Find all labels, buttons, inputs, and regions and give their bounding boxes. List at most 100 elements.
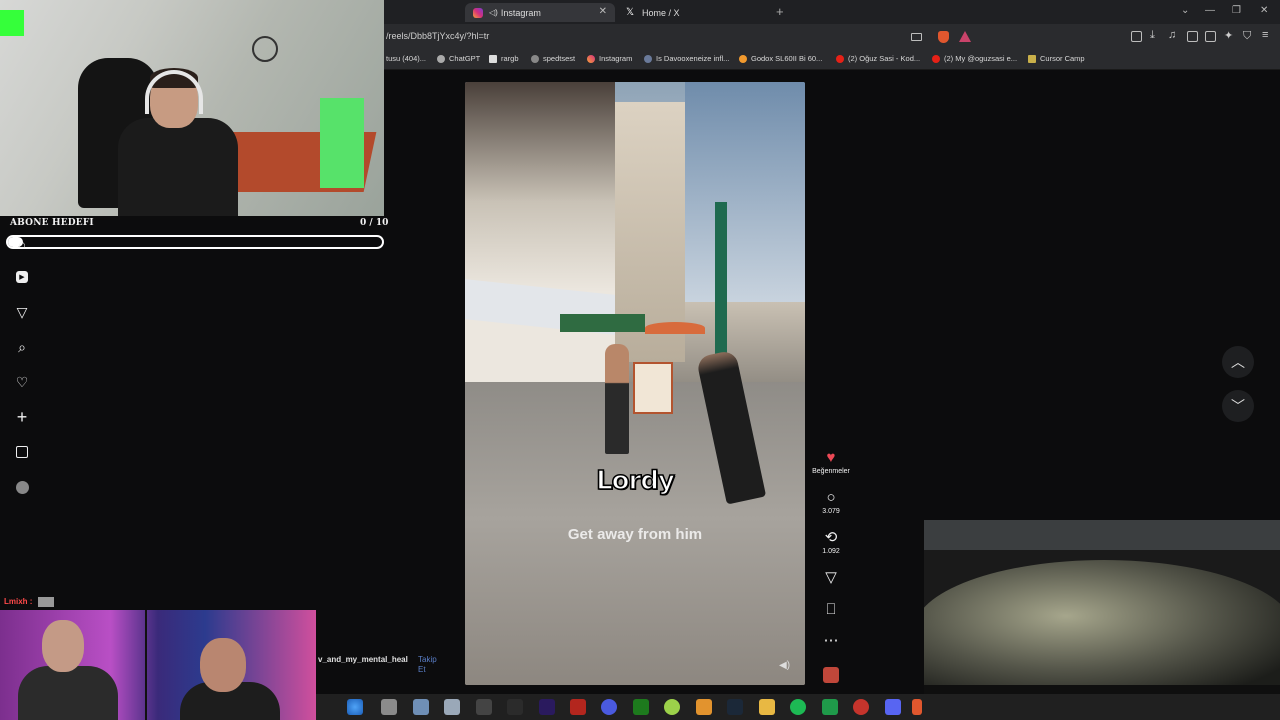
share-button[interactable]: ▽ [810, 570, 852, 586]
close-window-icon[interactable]: ✕ [1260, 5, 1268, 16]
leo-ai-icon[interactable]: ✦ [1224, 29, 1233, 42]
chatgpt-icon [437, 54, 445, 63]
profile-icon[interactable] [14, 479, 30, 495]
next-reel-button[interactable]: ﹀ [1222, 390, 1254, 422]
download-icon[interactable]: ⤓ [1150, 29, 1155, 42]
taskbar-app-icon[interactable] [853, 699, 869, 715]
tab-label: Home / X [642, 7, 680, 18]
chat-username: Lmixh : [4, 597, 33, 606]
wall-decoration [252, 36, 278, 62]
bookmark-item[interactable]: (2) Oğuz Sasi - Kod... [836, 54, 920, 63]
stats-icon[interactable] [14, 444, 30, 460]
subscriber-goal-count: 0 / 10 [360, 218, 389, 228]
cam-divider [145, 610, 147, 720]
car-hood [924, 560, 1280, 700]
follow-button[interactable]: Takip Et [418, 655, 444, 675]
steam-icon[interactable] [727, 699, 743, 715]
save-button[interactable]: ⎕ [810, 602, 852, 618]
repost-button[interactable]: ⟲ 1.092 [810, 530, 852, 556]
cast-icon[interactable] [911, 33, 922, 41]
extensions-icon[interactable] [1131, 31, 1142, 42]
taskbar-app-icon[interactable] [822, 699, 838, 715]
send-icon[interactable]: ▽ [14, 304, 30, 320]
more-icon: ⋯ [823, 632, 839, 649]
minimize-icon[interactable]: — [1205, 5, 1215, 16]
brave-icon[interactable] [912, 699, 922, 715]
car-camera [924, 520, 1280, 720]
reel-caption: Get away from him [567, 526, 703, 543]
start-icon[interactable] [347, 699, 363, 715]
heart-filled-icon: ♥ [826, 449, 836, 466]
brave-shield-icon[interactable] [938, 31, 949, 43]
previous-reel-button[interactable]: ︿ [1222, 346, 1254, 378]
taskbar-app-icon[interactable] [476, 699, 492, 715]
bookmark-item[interactable]: Godox SL60II Bi 60... [739, 54, 822, 63]
taskbar-app-icon[interactable] [601, 699, 617, 715]
comment-count: 3.079 [822, 508, 840, 515]
bookmark-icon: ⎕ [826, 601, 836, 618]
instagram-icon [587, 54, 595, 63]
spotify-icon[interactable] [790, 699, 806, 715]
menu-icon[interactable]: ≡ [1262, 29, 1268, 41]
bookmark-item[interactable]: (2) My @oguzsasi e... [932, 54, 1017, 63]
tab-x[interactable]: 𝕏 Home / X [618, 3, 768, 22]
plus-icon[interactable]: + [14, 407, 30, 427]
reel-username[interactable]: v_and_my_mental_heal [318, 655, 408, 664]
amazon-icon [739, 54, 747, 63]
speaker-icon: ◁) [489, 8, 498, 17]
bookmark-item[interactable]: Cursor Camp [1028, 54, 1085, 63]
search-icon[interactable]: ⌕ [14, 339, 30, 355]
brave-rewards-icon[interactable] [959, 31, 971, 42]
new-tab-button[interactable]: + [776, 4, 784, 19]
media-icon[interactable]: ♫ [1168, 29, 1176, 41]
subscriber-goal-bar [6, 235, 384, 249]
bookmark-item[interactable]: tusu (404)... [386, 54, 426, 63]
taskbar-app-icon[interactable] [444, 699, 460, 715]
tab-list-icon[interactable]: ⌄ [1181, 5, 1189, 16]
send-icon: ▽ [825, 569, 837, 586]
reels-icon[interactable]: ▶ [14, 269, 30, 285]
taskbar-app-icon[interactable] [664, 699, 680, 715]
youtube-icon [932, 54, 940, 63]
discord-icon[interactable] [885, 699, 901, 715]
audio-thumbnail[interactable] [823, 667, 839, 683]
chevron-down-icon: ﹀ [1231, 398, 1245, 414]
more-button[interactable]: ⋯ [810, 633, 852, 649]
taskbar-app-icon[interactable] [381, 699, 397, 715]
green-awning [560, 314, 645, 332]
taskbar-app-icon[interactable] [696, 699, 712, 715]
tab-label: Instagram [500, 7, 541, 18]
reel-video[interactable]: Lordy Get away from him ◀) [465, 82, 805, 685]
close-tab-icon[interactable]: ✕ [599, 6, 607, 17]
premiere-icon[interactable] [539, 699, 555, 715]
left-panel [0, 216, 384, 616]
taskbar-app-icon[interactable] [570, 699, 586, 715]
file-explorer-icon[interactable] [759, 699, 775, 715]
comment-icon: ○ [826, 489, 836, 506]
wallet-icon[interactable] [1205, 31, 1216, 42]
subscriber-goal-label: ABONE HEDEFI [10, 218, 94, 228]
tab-instagram[interactable]: ◁) Instagram ✕ [465, 3, 615, 22]
orange-umbrella [645, 322, 705, 334]
comment-button[interactable]: ○ 3.079 [810, 489, 852, 516]
guest-body [18, 666, 118, 720]
epic-games-icon[interactable] [507, 699, 523, 715]
sky [685, 82, 805, 302]
url-field[interactable]: /reels/Dbb8TjYxc4y/?hl=tr [386, 31, 489, 41]
maximize-icon[interactable]: ❐ [1232, 5, 1241, 16]
home-icon[interactable]: ⌂ [14, 236, 30, 252]
bookmark-item[interactable]: ChatGPT [437, 54, 480, 63]
sidebar-icon[interactable] [1187, 31, 1198, 42]
bookmark-item[interactable]: Instagram [587, 54, 632, 63]
bookmark-item[interactable]: Is Davooxeneize infl... [644, 54, 729, 63]
heart-icon[interactable]: ♡ [14, 374, 30, 390]
taskbar-app-icon[interactable] [413, 699, 429, 715]
xbox-icon[interactable] [633, 699, 649, 715]
bookmark-item[interactable]: rargb [489, 54, 519, 63]
like-button[interactable]: ♥ Beğenmeler [810, 449, 852, 476]
vpn-icon[interactable]: ⛉ [1243, 30, 1251, 43]
green-light [0, 10, 24, 36]
mute-icon[interactable]: ◀) [779, 660, 793, 674]
bookmark-item[interactable]: spedtsest [531, 54, 575, 63]
building-left [465, 82, 615, 382]
